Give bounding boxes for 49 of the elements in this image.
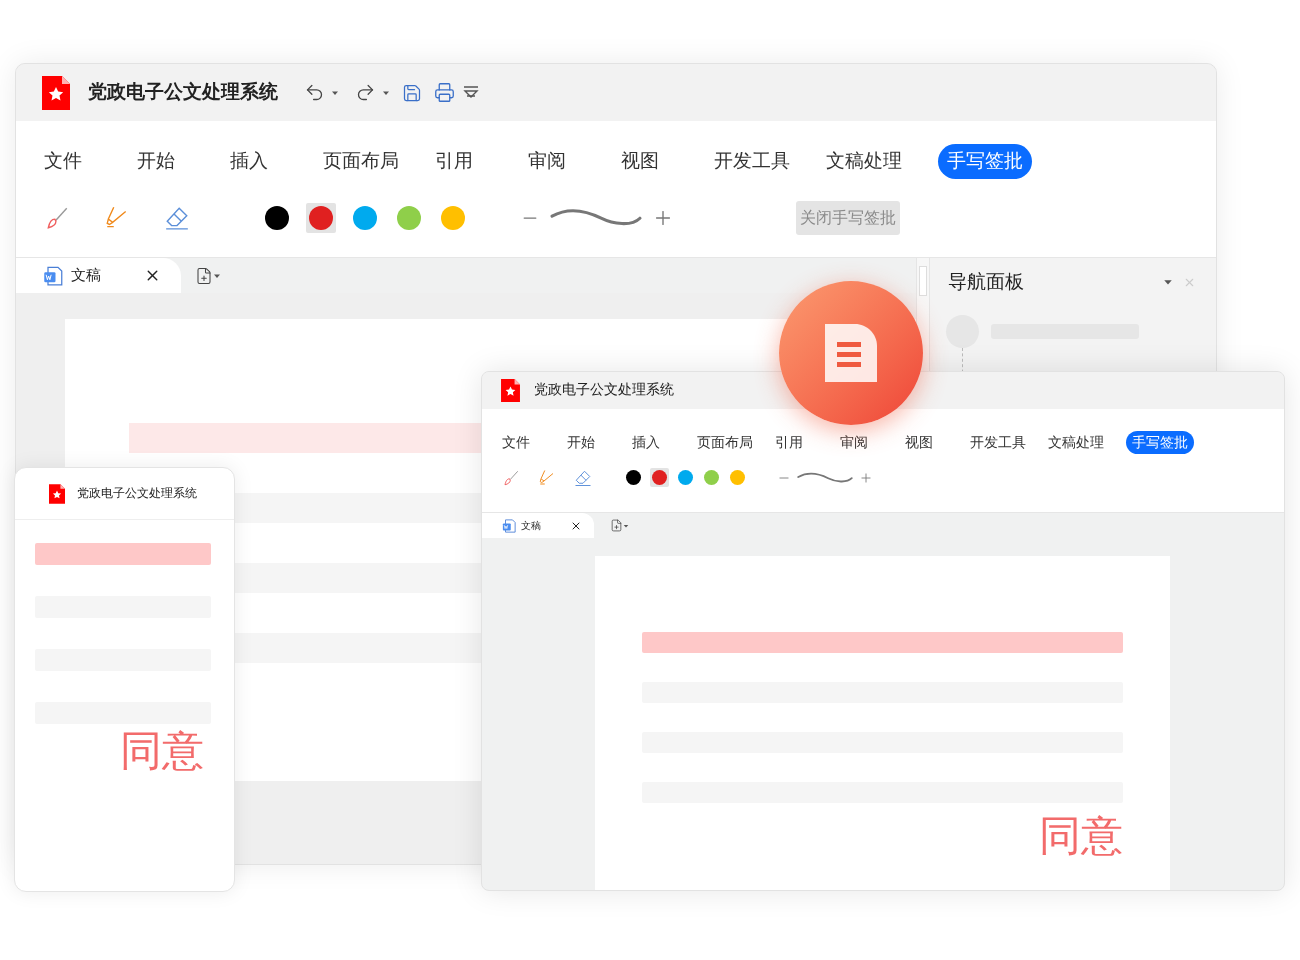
menu-tab[interactable]: 引用 [435, 147, 492, 176]
app-title: 党政电子公文处理系统 [77, 485, 197, 501]
window-title: 党政电子公文处理系统 [534, 381, 674, 400]
app-logo-icon [49, 483, 65, 504]
new-document-icon[interactable] [195, 266, 213, 285]
app-logo-icon [42, 75, 70, 110]
tab-label: 文稿 [71, 265, 102, 286]
redo-icon[interactable] [355, 82, 376, 103]
handwritten-signature: 同意 [1039, 815, 1123, 857]
menu-tab[interactable]: 插入 [632, 432, 675, 453]
stroke-width-icon[interactable] [550, 208, 642, 227]
handwritten-signature: 同意 [120, 730, 204, 772]
stroke-width-icon[interactable] [797, 471, 853, 484]
menu-tab[interactable]: 视图 [905, 432, 948, 453]
menu-tab[interactable]: 引用 [775, 432, 818, 453]
brush-icon[interactable] [502, 468, 520, 487]
menu-tab[interactable]: 插入 [230, 147, 287, 176]
menu-tab[interactable]: 页面布局 [697, 432, 753, 453]
menu-tab[interactable]: 视图 [621, 147, 678, 176]
save-icon[interactable] [402, 82, 422, 103]
scrollbar-thumb[interactable] [919, 266, 927, 296]
placeholder-avatar [946, 314, 979, 348]
window-title: 党政电子公文处理系统 [88, 80, 278, 105]
menu-tab[interactable]: 审阅 [528, 147, 585, 176]
new-document-icon[interactable] [610, 519, 623, 532]
menu-tab[interactable]: 文稿处理 [1048, 432, 1104, 453]
menu-tab[interactable]: 手写签批 [1126, 431, 1194, 454]
print-icon[interactable] [434, 82, 455, 103]
eraser-icon[interactable] [574, 468, 592, 487]
undo-icon[interactable] [304, 82, 325, 103]
caret-icon[interactable] [623, 522, 629, 529]
document-icon [43, 265, 63, 286]
menu-tab[interactable]: 开发工具 [970, 432, 1026, 453]
document-tab[interactable]: 文稿 [16, 258, 181, 293]
menu-tab[interactable]: 开发工具 [714, 147, 790, 176]
highlighter-icon[interactable] [538, 468, 556, 487]
menu-tab[interactable]: 页面布局 [323, 147, 399, 176]
document-icon [502, 518, 516, 533]
menu-tab[interactable]: 文件 [502, 432, 545, 453]
menu-tab[interactable]: 开始 [137, 147, 194, 176]
menu-tab[interactable]: 开始 [567, 432, 610, 453]
menu-tab[interactable]: 手写签批 [938, 144, 1032, 179]
menu-tab[interactable]: 文稿处理 [826, 147, 902, 176]
document-tab[interactable]: 文稿 [482, 513, 594, 538]
menu-tab[interactable]: 审阅 [840, 432, 883, 453]
tab-label: 文稿 [521, 519, 542, 533]
panel-title: 导航面板 [948, 270, 1025, 294]
app-logo-icon [501, 379, 520, 402]
menu-tab[interactable]: 文件 [44, 147, 101, 176]
